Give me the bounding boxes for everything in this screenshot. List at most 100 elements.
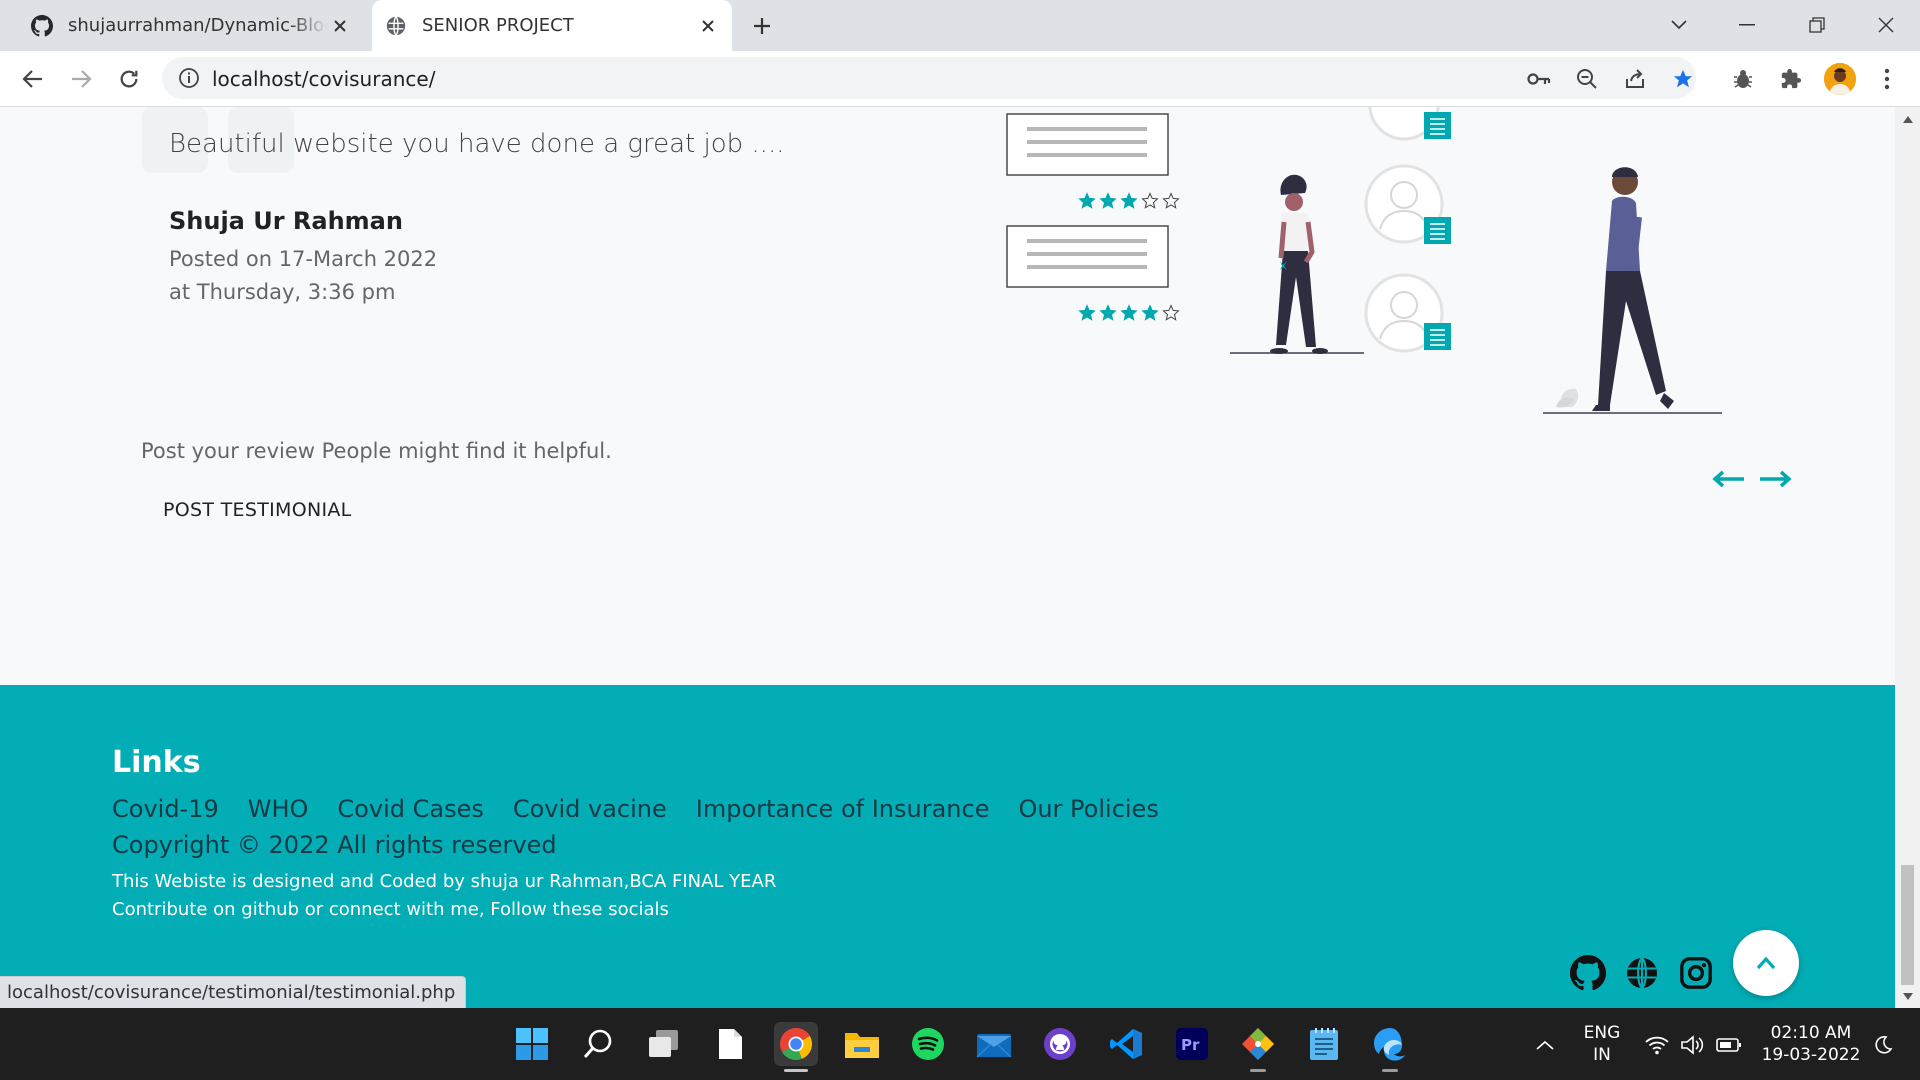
post-testimonial-button[interactable]: POST TESTIMONIAL	[163, 499, 352, 521]
tab-github[interactable]: shujaurrahman/Dynamic-Blogger	[18, 0, 364, 51]
extension-bug-icon[interactable]	[1728, 64, 1758, 94]
scroll-to-top-button[interactable]	[1733, 930, 1799, 996]
rating-stars	[1078, 304, 1180, 321]
git-icon[interactable]	[1236, 1022, 1280, 1072]
browser-menu-icon[interactable]	[1872, 64, 1902, 94]
vscode-icon[interactable]	[1104, 1022, 1148, 1066]
minimize-icon[interactable]	[1732, 10, 1762, 40]
footer-link-who[interactable]: WHO	[248, 795, 309, 823]
wifi-icon[interactable]	[1644, 1032, 1670, 1058]
footer-links-heading: Links	[112, 745, 201, 780]
tab-search-icon[interactable]	[1664, 10, 1694, 40]
footer-link-covid-cases[interactable]: Covid Cases	[337, 795, 483, 823]
globe-icon	[384, 14, 408, 38]
battery-icon[interactable]	[1716, 1032, 1742, 1058]
page-scrollbar[interactable]	[1895, 107, 1920, 1008]
search-icon[interactable]	[576, 1022, 620, 1066]
mail-icon[interactable]	[972, 1022, 1016, 1066]
footer-links: Covid-19 WHO Covid Cases Covid vacine Im…	[112, 795, 1159, 823]
region-code: IN	[1593, 1045, 1611, 1065]
posted-time: at Thursday, 3:36 pm	[169, 280, 396, 304]
contribute-text: Contribute on github or connect with me,…	[112, 899, 669, 920]
svg-text:Pr: Pr	[1181, 1036, 1200, 1054]
footer-link-importance-of-insurance[interactable]: Importance of Insurance	[696, 795, 990, 823]
file-explorer-icon[interactable]	[840, 1022, 884, 1066]
page-viewport: Beautiful website you have done a great …	[0, 107, 1895, 1008]
footer-link-covid-vaccine[interactable]: Covid vacine	[513, 795, 667, 823]
status-bar-url: localhost/covisurance/testimonial/testim…	[0, 976, 467, 1009]
edge-beta-icon[interactable]	[1368, 1022, 1412, 1072]
chevron-up-icon	[1756, 956, 1776, 970]
site-footer: Links Covid-19 WHO Covid Cases Covid vac…	[0, 685, 1895, 1008]
share-icon[interactable]	[1622, 66, 1648, 92]
url-text: localhost/covisurance/	[212, 67, 436, 91]
chrome-icon[interactable]	[774, 1022, 818, 1072]
reviewer-name: Shuja Ur Rahman	[169, 207, 403, 235]
info-icon[interactable]	[178, 67, 200, 89]
tab-strip: shujaurrahman/Dynamic-Blogger SENIOR PRO…	[0, 0, 1920, 51]
credit-text: This Webiste is designed and Coded by sh…	[112, 871, 777, 892]
restore-icon[interactable]	[1802, 10, 1832, 40]
previous-arrow-icon[interactable]	[1710, 467, 1746, 491]
review-card-illustration	[1006, 225, 1169, 288]
tab-title: shujaurrahman/Dynamic-Blogger	[68, 15, 328, 36]
profile-avatar[interactable]	[1824, 63, 1856, 95]
star-filled-icon	[1120, 304, 1138, 321]
close-icon[interactable]	[328, 14, 352, 38]
posted-date: Posted on 17-March 2022	[169, 247, 438, 271]
copyright-text: Copyright © 2022 All rights reserved	[112, 831, 557, 859]
reviewer-avatar-illustration	[1364, 164, 1451, 244]
globe-icon[interactable]	[1622, 953, 1662, 993]
focus-assist-moon-icon[interactable]	[1870, 1032, 1896, 1058]
star-empty-icon	[1162, 192, 1180, 209]
windows-taskbar: Pr ENG IN 02:10 AM 19-03-2022	[0, 1008, 1920, 1080]
star-empty-icon	[1141, 192, 1159, 209]
browser-toolbar: localhost/covisurance/	[0, 51, 1920, 107]
star-filled-icon	[1099, 192, 1117, 209]
extensions-puzzle-icon[interactable]	[1776, 64, 1806, 94]
reviewer-avatar-illustration	[1368, 107, 1451, 141]
spotify-icon[interactable]	[906, 1022, 950, 1066]
premiere-pro-icon[interactable]: Pr	[1170, 1022, 1214, 1066]
star-filled-icon	[1120, 192, 1138, 209]
reload-icon[interactable]	[114, 64, 144, 94]
reviewer-avatar-illustration	[1364, 273, 1451, 353]
star-filled-icon	[1141, 304, 1159, 321]
instagram-icon[interactable]	[1676, 953, 1716, 993]
new-tab-button[interactable]	[748, 12, 776, 40]
github-icon[interactable]	[1568, 953, 1608, 993]
bookmark-star-icon[interactable]	[1670, 66, 1696, 92]
forward-icon[interactable]	[66, 64, 96, 94]
tab-title: SENIOR PROJECT	[422, 15, 574, 36]
star-filled-icon	[1078, 192, 1096, 209]
testimonial-text: Beautiful website you have done a great …	[169, 129, 785, 159]
language-code: ENG	[1583, 1023, 1621, 1043]
key-icon[interactable]	[1526, 66, 1552, 92]
footer-link-covid-19[interactable]: Covid-19	[112, 795, 219, 823]
back-icon[interactable]	[18, 64, 48, 94]
woman-figure-illustration	[1230, 174, 1364, 354]
rating-stars	[1078, 192, 1180, 209]
github-desktop-icon[interactable]	[1038, 1022, 1082, 1066]
zoom-out-icon[interactable]	[1574, 66, 1600, 92]
show-hidden-icons-chevron[interactable]	[1532, 1032, 1558, 1058]
scrollbar-thumb[interactable]	[1901, 865, 1914, 985]
scroll-up-icon	[1903, 116, 1913, 123]
task-view-icon[interactable]	[642, 1022, 686, 1066]
address-bar[interactable]: localhost/covisurance/	[162, 57, 1696, 99]
github-icon	[30, 14, 54, 38]
footer-link-our-policies[interactable]: Our Policies	[1018, 795, 1158, 823]
clock-time: 02:10 AM	[1770, 1023, 1852, 1043]
file-icon[interactable]	[708, 1022, 752, 1066]
windows-start-icon[interactable]	[510, 1022, 554, 1066]
close-icon[interactable]	[696, 14, 720, 38]
review-card-illustration	[1006, 113, 1169, 176]
tab-senior-project[interactable]: SENIOR PROJECT	[372, 0, 732, 51]
next-arrow-icon[interactable]	[1758, 467, 1794, 491]
clock[interactable]: 02:10 AM 19-03-2022	[1758, 1022, 1864, 1066]
close-window-icon[interactable]	[1871, 10, 1901, 40]
notepad-icon[interactable]	[1302, 1022, 1346, 1066]
star-filled-icon	[1099, 304, 1117, 321]
input-language-indicator[interactable]: ENG IN	[1574, 1022, 1630, 1066]
volume-icon[interactable]	[1680, 1032, 1706, 1058]
